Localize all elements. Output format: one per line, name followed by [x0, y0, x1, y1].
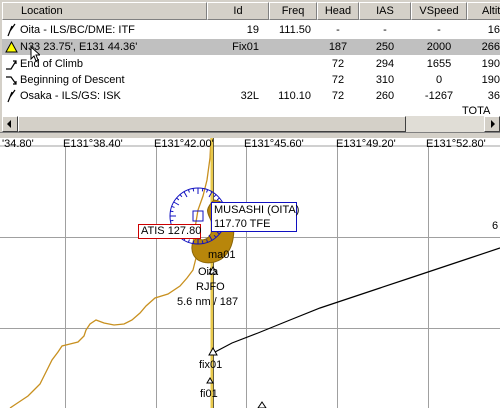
airport-name-label: Oita	[198, 266, 219, 278]
vor-info-box[interactable]: MUSASHI (OITA) 117.70 TFE	[211, 202, 300, 232]
map-canvas	[0, 138, 500, 408]
altitude-cell: 190	[481, 74, 500, 86]
ias-cell: 310	[375, 74, 395, 86]
compass-tick	[206, 189, 209, 193]
altitude-cell: 190	[481, 58, 500, 70]
location-cell: Oita - ILS/BC/DME: ITF	[20, 24, 135, 36]
airport-icao-label: RJFO	[196, 281, 225, 293]
ias-cell: -	[383, 24, 387, 36]
compass-tick	[171, 205, 175, 208]
freq-cell	[269, 56, 311, 72]
column-header-id[interactable]: Id	[207, 2, 269, 20]
grid-label-lon: E131°42.00'	[154, 138, 214, 150]
compass-tick	[170, 219, 174, 222]
vor-frequency-label: 117.70 TFE	[214, 218, 271, 230]
column-header-freq[interactable]: Freq	[269, 2, 317, 20]
freq-cell	[269, 39, 311, 55]
waypoint-marker[interactable]	[257, 401, 267, 408]
id-cell	[207, 56, 259, 72]
freq-cell: 111.50	[278, 24, 311, 36]
ias-cell: 260	[375, 90, 395, 102]
grid-label-lon: E131°38.40'	[63, 138, 123, 150]
waypoint-fi01-label: fi01	[200, 388, 218, 400]
table-row[interactable]: End of Climb 72 294 1655 190	[2, 56, 500, 72]
freq-cell	[269, 72, 311, 88]
vspeed-cell: 1655	[426, 58, 452, 70]
compass-tick	[201, 240, 204, 244]
ias-cell: 250	[375, 41, 395, 53]
flight-plan-panel: Location Id Freq Head IAS VSpeed Altitu …	[0, 0, 500, 132]
table-row[interactable]: Beginning of Descent 72 310 0 190	[2, 72, 500, 88]
id-cell: 32L	[240, 90, 259, 102]
grid-label-lon: E131°45.60'	[244, 138, 304, 150]
horizontal-scrollbar[interactable]	[2, 116, 500, 132]
compass-tick	[201, 188, 204, 192]
column-header-ias[interactable]: IAS	[359, 2, 411, 20]
waypoint-fix01-label: fix01	[199, 359, 223, 371]
arrow-right-icon	[491, 120, 495, 128]
totals-label: TOTA	[462, 105, 491, 116]
scroll-right-button[interactable]	[484, 116, 500, 132]
mouse-cursor-icon	[30, 46, 40, 62]
altitude-cell: 36	[487, 90, 500, 102]
arrow-left-icon	[7, 120, 11, 128]
head-cell: 72	[331, 90, 345, 102]
airport-distance-label: 5.6 nm / 187	[177, 296, 239, 308]
column-header-vspeed[interactable]: VSpeed	[411, 2, 467, 20]
compass-tick	[187, 239, 190, 243]
atis-box[interactable]: ATIS 127.80	[138, 224, 201, 239]
compass-tick	[176, 197, 180, 201]
navaid-icon	[7, 89, 16, 103]
route-leg	[214, 247, 500, 353]
descent-icon	[6, 76, 17, 85]
climb-icon	[6, 60, 17, 70]
vspeed-cell: 0	[435, 74, 443, 86]
altitude-cell: 16	[487, 24, 500, 36]
scroll-left-button[interactable]	[2, 116, 18, 132]
lat-lon-grid	[0, 145, 500, 408]
column-header-altitude[interactable]: Altitu	[467, 2, 500, 20]
compass-tick	[187, 189, 190, 193]
compass-tick	[179, 194, 183, 198]
head-cell: -	[336, 24, 340, 36]
table-row-selected[interactable]: N33 23.75', E131 44.36' Fix01 187 250 20…	[2, 39, 500, 55]
compass-tick	[192, 188, 195, 192]
map-view[interactable]: '34.80' E131°38.40' E131°42.00' E131°45.…	[0, 138, 500, 408]
vspeed-cell: 2000	[426, 41, 452, 53]
freq-cell: 110.10	[278, 90, 311, 102]
grid-label-lon: E131°49.20'	[336, 138, 396, 150]
location-cell: Osaka - ILS/GS: ISK	[20, 90, 121, 102]
navaid-icon	[7, 23, 16, 37]
table-row[interactable]: Osaka - ILS/GS: ISK 32L 110.10 72 260 -1…	[2, 88, 500, 104]
ias-cell: 294	[375, 58, 395, 70]
column-header-head[interactable]: Head	[317, 2, 359, 20]
table-row[interactable]: Oita - ILS/BC/DME: ITF 19 111.50 - - - 1…	[2, 22, 500, 38]
coastline	[9, 138, 212, 408]
head-cell: 187	[328, 41, 348, 53]
flight-plan-table: Location Id Freq Head IAS VSpeed Altitu …	[2, 2, 500, 116]
compass-tick	[192, 240, 195, 244]
map-edge-label: 6	[492, 220, 499, 232]
warning-triangle-icon	[5, 40, 18, 53]
column-header-location[interactable]: Location	[2, 2, 207, 20]
scrollbar-thumb[interactable]	[18, 116, 406, 132]
id-cell: 19	[246, 24, 259, 36]
grid-label-lon: '34.80'	[2, 138, 34, 150]
compass-tick	[216, 197, 220, 201]
waypoint-ma01-label: ma01	[208, 249, 236, 261]
vspeed-cell: -1267	[424, 90, 454, 102]
location-cell: Beginning of Descent	[20, 74, 125, 86]
head-cell: 72	[331, 58, 345, 70]
compass-tick	[213, 194, 217, 198]
vor-name-label: MUSASHI (OITA)	[214, 204, 300, 216]
id-cell	[207, 72, 259, 88]
grid-label-lon: E131°52.80'	[426, 138, 486, 150]
compass-tick	[170, 210, 174, 213]
altitude-cell: 266	[481, 41, 500, 53]
compass-tick	[183, 191, 188, 198]
id-cell: Fix01	[232, 41, 259, 53]
head-cell: 72	[331, 74, 345, 86]
compass-tick	[173, 201, 180, 206]
vspeed-cell: -	[437, 24, 441, 36]
